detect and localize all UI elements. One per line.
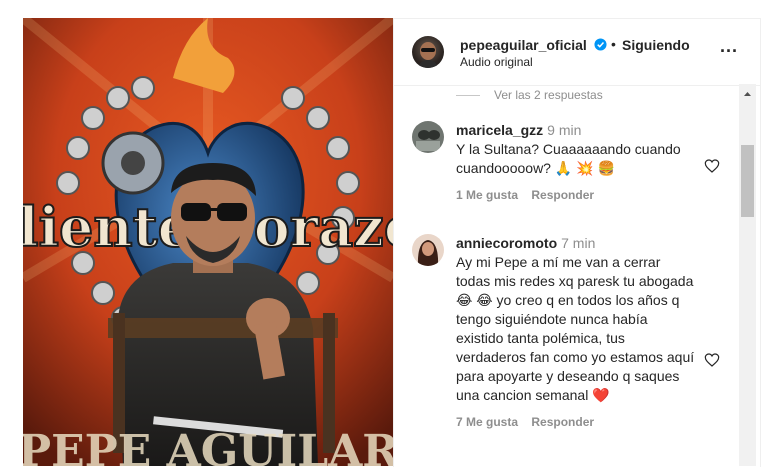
following-button[interactable]: Siguiendo (622, 37, 690, 53)
comment-time: 7 min (561, 235, 596, 251)
comments-list: Ver las 2 respuestas maricela_gzz 9 min Y… (394, 86, 738, 467)
author-username[interactable]: pepeaguilar_oficial (460, 37, 587, 53)
comment-body: maricela_gzz 9 min Y la Sultana? Cuaaaaaa… (456, 121, 696, 205)
like-count[interactable]: 1 Me gusta (456, 188, 518, 202)
author-avatar[interactable] (412, 36, 444, 68)
verified-badge-icon (594, 38, 607, 51)
video-frame: liente Corazón PEPE AGUILAR (23, 18, 393, 466)
comment-body: anniecoromoto 7 min Ay mi Pepe a mí me va… (456, 234, 696, 432)
avatar-image (412, 121, 444, 153)
commenter-avatar[interactable] (412, 234, 444, 266)
more-options-icon[interactable]: ... (720, 36, 738, 57)
heart-icon[interactable] (704, 352, 720, 368)
heart-icon[interactable] (704, 158, 720, 174)
comment-username[interactable]: maricela_gzz (456, 122, 543, 138)
scroll-up-arrow-icon[interactable] (739, 88, 756, 100)
like-count[interactable]: 7 Me gusta (456, 415, 518, 429)
view-replies-label: Ver las 2 respuestas (494, 88, 603, 102)
comment-actions: 7 Me gusta Responder (456, 413, 696, 432)
avatar-image (418, 42, 438, 68)
video-player[interactable]: liente Corazón PEPE AGUILAR (23, 18, 393, 466)
svg-text:PEPE AGUILAR: PEPE AGUILAR (23, 426, 393, 466)
avatar-image (412, 234, 444, 266)
commenter-avatar[interactable] (412, 121, 444, 153)
comment-text: Ay mi Pepe a mí me van a cerrar todas mi… (456, 254, 695, 403)
audio-link[interactable]: Audio original (460, 55, 533, 69)
reply-button[interactable]: Responder (531, 415, 594, 429)
reply-button[interactable]: Responder (531, 188, 594, 202)
view-replies-button[interactable]: Ver las 2 respuestas (456, 88, 603, 102)
comments-scrollbar[interactable] (739, 84, 756, 466)
comment-time: 9 min (547, 122, 582, 138)
comment-username[interactable]: anniecoromoto (456, 235, 557, 251)
post-header: pepeaguilar_oficial • Siguiendo Audio or… (394, 19, 760, 86)
separator-dot: • (611, 36, 616, 52)
post-sidebar: pepeaguilar_oficial • Siguiendo Audio or… (393, 18, 761, 467)
comment-text: Y la Sultana? Cuaaaaaando cuando cuandoo… (456, 141, 681, 176)
scrollbar-thumb[interactable] (741, 145, 754, 217)
comment-actions: 1 Me gusta Responder (456, 186, 696, 205)
replies-divider (456, 95, 480, 97)
